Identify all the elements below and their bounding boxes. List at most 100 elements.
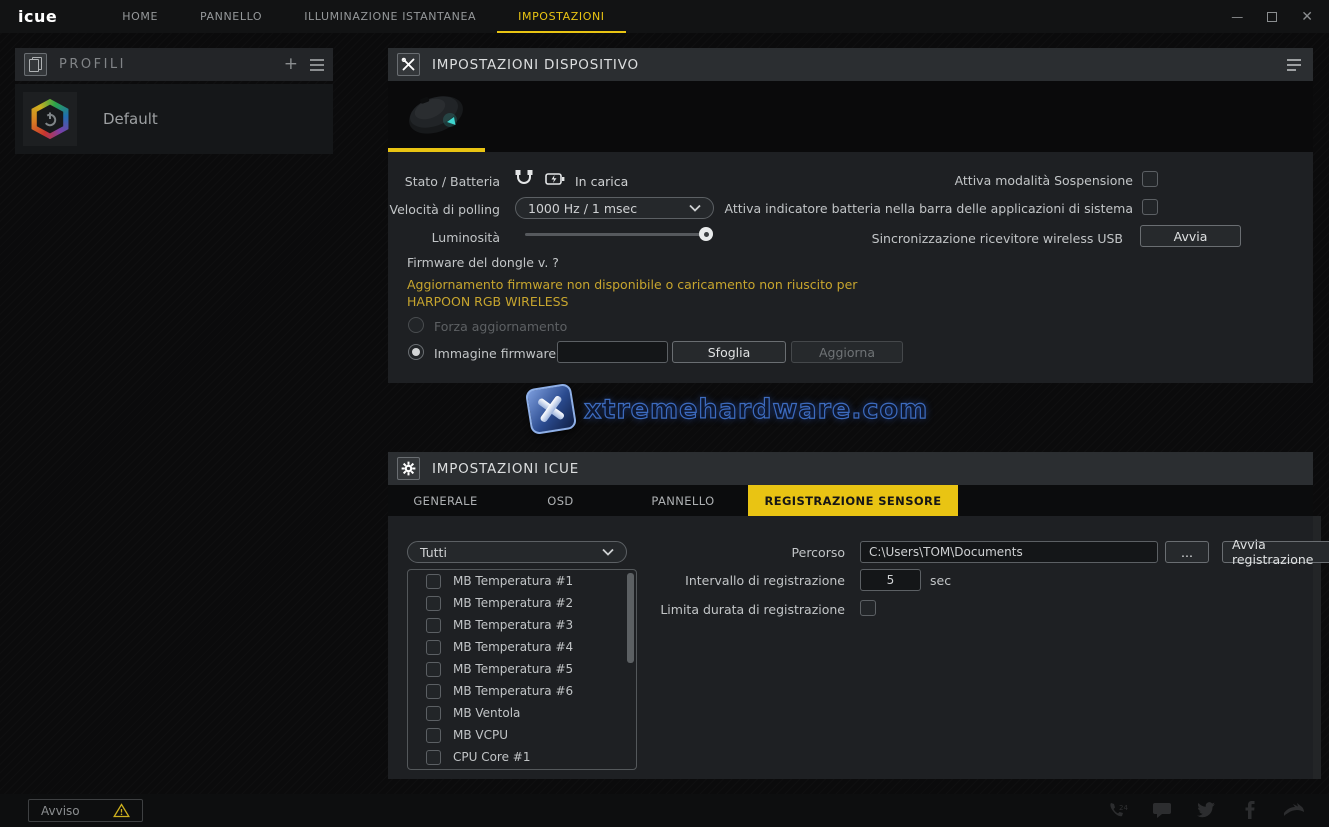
facebook-icon[interactable] <box>1239 799 1261 821</box>
sensor-row[interactable]: MB Temperatura #3 <box>408 614 636 636</box>
interval-input[interactable] <box>860 569 921 591</box>
xtremehardware-logo-icon <box>525 383 578 436</box>
limit-duration-label: Limita durata di registrazione <box>660 602 845 617</box>
svg-text:24: 24 <box>1119 804 1128 812</box>
corsair-logo-icon[interactable] <box>1283 799 1305 821</box>
sensor-filter-select[interactable]: Tutti <box>407 541 627 563</box>
usb-sync-start-button[interactable]: Avvia <box>1140 225 1241 247</box>
profile-avatar <box>23 92 77 146</box>
sensor-row[interactable]: MB Ventola <box>408 702 636 724</box>
start-recording-button[interactable]: Avvia registrazione <box>1222 541 1329 563</box>
maximize-icon[interactable] <box>1267 12 1277 22</box>
browse-firmware-button[interactable]: Sfoglia <box>672 341 786 363</box>
path-input[interactable] <box>860 541 1158 563</box>
sensor-row[interactable]: MB Temperatura #1 <box>408 570 636 592</box>
watermark: xtremehardware.com <box>528 386 928 432</box>
sensor-row[interactable]: MB Temperatura #6 <box>408 680 636 702</box>
icue-settings-title: IMPOSTAZIONI ICUE <box>432 461 579 477</box>
icue-settings-header: IMPOSTAZIONI ICUE <box>388 452 1313 485</box>
sensor-label: MB VCPU <box>453 728 508 742</box>
sensor-checkbox[interactable] <box>426 596 441 611</box>
watermark-text: xtremehardware.com <box>584 394 928 425</box>
sensor-row[interactable]: CPU Core #1 <box>408 746 636 768</box>
profile-name: Default <box>103 110 158 128</box>
sensor-list-scrollbar[interactable] <box>627 573 634 663</box>
polling-label: Velocità di polling <box>388 202 500 217</box>
twitter-icon[interactable] <box>1195 799 1217 821</box>
update-firmware-button[interactable]: Aggiorna <box>791 341 903 363</box>
status-value: In carica <box>575 174 628 189</box>
sensor-checkbox[interactable] <box>426 662 441 677</box>
tab-pannello[interactable]: PANNELLO <box>618 485 748 516</box>
sensor-row[interactable]: MB Temperatura #5 <box>408 658 636 680</box>
firmware-warning-text: Aggiornamento firmware non disponibile o… <box>407 276 907 310</box>
tab-generale[interactable]: GENERALE <box>388 485 503 516</box>
gear-icon <box>397 457 420 480</box>
icue-hex-logo-icon <box>29 98 71 140</box>
icue-tab-strip: GENERALE OSD PANNELLO REGISTRAZIONE SENS… <box>388 485 1313 516</box>
sensor-list: MB Temperatura #1 MB Temperatura #2 MB T… <box>407 569 637 770</box>
brightness-slider[interactable] <box>525 227 713 241</box>
support-phone-icon[interactable]: 24 <box>1107 799 1129 821</box>
icue-window: iCUE HOME PANNELLO ILLUMINAZIONE ISTANTA… <box>0 0 1329 827</box>
brightness-label: Luminosità <box>388 230 500 245</box>
battery-charging-icon <box>545 171 565 190</box>
sensor-checkbox[interactable] <box>426 640 441 655</box>
chevron-down-icon <box>689 204 701 212</box>
sleep-mode-checkbox[interactable] <box>1142 171 1158 187</box>
social-links: 24 <box>1107 799 1305 821</box>
icue-settings-panel: IMPOSTAZIONI ICUE GENERALE OSD PANNELLO … <box>388 452 1313 779</box>
nav-pannello[interactable]: PANNELLO <box>179 0 283 33</box>
profiles-menu-icon[interactable] <box>310 59 324 71</box>
device-settings-panel: IMPOSTAZIONI DISPOSITIVO Stato / Ba <box>388 48 1313 383</box>
minimize-icon[interactable]: — <box>1231 11 1243 23</box>
force-update-radio[interactable] <box>408 317 424 333</box>
warning-icon <box>113 803 130 818</box>
notice-button[interactable]: Avviso <box>28 799 143 822</box>
window-controls: — ✕ <box>1231 0 1313 33</box>
main-nav: HOME PANNELLO ILLUMINAZIONE ISTANTANEA I… <box>101 0 625 33</box>
sensor-checkbox[interactable] <box>426 574 441 589</box>
mouse-image <box>394 84 479 146</box>
tab-registrazione-sensore[interactable]: REGISTRAZIONE SENSORE <box>748 485 958 516</box>
top-nav: iCUE HOME PANNELLO ILLUMINAZIONE ISTANTA… <box>0 0 1329 33</box>
firmware-image-radio[interactable] <box>408 344 424 360</box>
nav-home[interactable]: HOME <box>101 0 179 33</box>
nav-illuminazione[interactable]: ILLUMINAZIONE ISTANTANEA <box>283 0 497 33</box>
sensor-checkbox[interactable] <box>426 684 441 699</box>
brightness-slider-knob[interactable] <box>699 227 713 241</box>
firmware-image-input[interactable] <box>557 341 668 363</box>
limit-duration-checkbox[interactable] <box>860 600 876 616</box>
tab-osd[interactable]: OSD <box>503 485 618 516</box>
browse-path-button[interactable]: ... <box>1165 541 1209 563</box>
sensor-checkbox[interactable] <box>426 618 441 633</box>
sensor-row[interactable]: MB Temperatura #2 <box>408 592 636 614</box>
sensor-row[interactable]: MB VCPU <box>408 724 636 746</box>
profiles-title: PROFILI <box>59 57 126 72</box>
chat-icon[interactable] <box>1151 799 1173 821</box>
device-tab-strip <box>388 81 1313 152</box>
add-profile-icon[interactable]: + <box>284 56 298 73</box>
chevron-down-icon <box>602 548 614 556</box>
notice-label: Avviso <box>41 804 80 818</box>
sensor-label: MB Temperatura #5 <box>453 662 573 676</box>
device-menu-icon[interactable] <box>1287 59 1304 71</box>
polling-select[interactable]: 1000 Hz / 1 msec <box>515 197 714 219</box>
sensor-row[interactable]: MB Temperatura #4 <box>408 636 636 658</box>
interval-label: Intervallo di registrazione <box>685 573 845 588</box>
nav-impostazioni[interactable]: IMPOSTAZIONI <box>497 0 626 33</box>
profiles-panel: PROFILI + Default <box>15 48 333 154</box>
sensor-logging-body: Tutti MB Temperatura #1 MB Temperatura #… <box>388 516 1313 779</box>
profile-item-default[interactable]: Default <box>15 84 333 154</box>
sensor-checkbox[interactable] <box>426 706 441 721</box>
close-icon[interactable]: ✕ <box>1301 10 1313 24</box>
interval-unit-label: sec <box>930 573 951 588</box>
sleep-mode-label: Attiva modalità Sospensione <box>955 173 1133 188</box>
power-icon <box>41 110 59 128</box>
device-settings-header: IMPOSTAZIONI DISPOSITIVO <box>388 48 1313 81</box>
sensor-checkbox[interactable] <box>426 750 441 765</box>
device-tab-harpoon-mouse[interactable] <box>388 81 485 152</box>
tray-battery-checkbox[interactable] <box>1142 199 1158 215</box>
sensor-checkbox[interactable] <box>426 728 441 743</box>
pages-icon <box>29 57 42 72</box>
